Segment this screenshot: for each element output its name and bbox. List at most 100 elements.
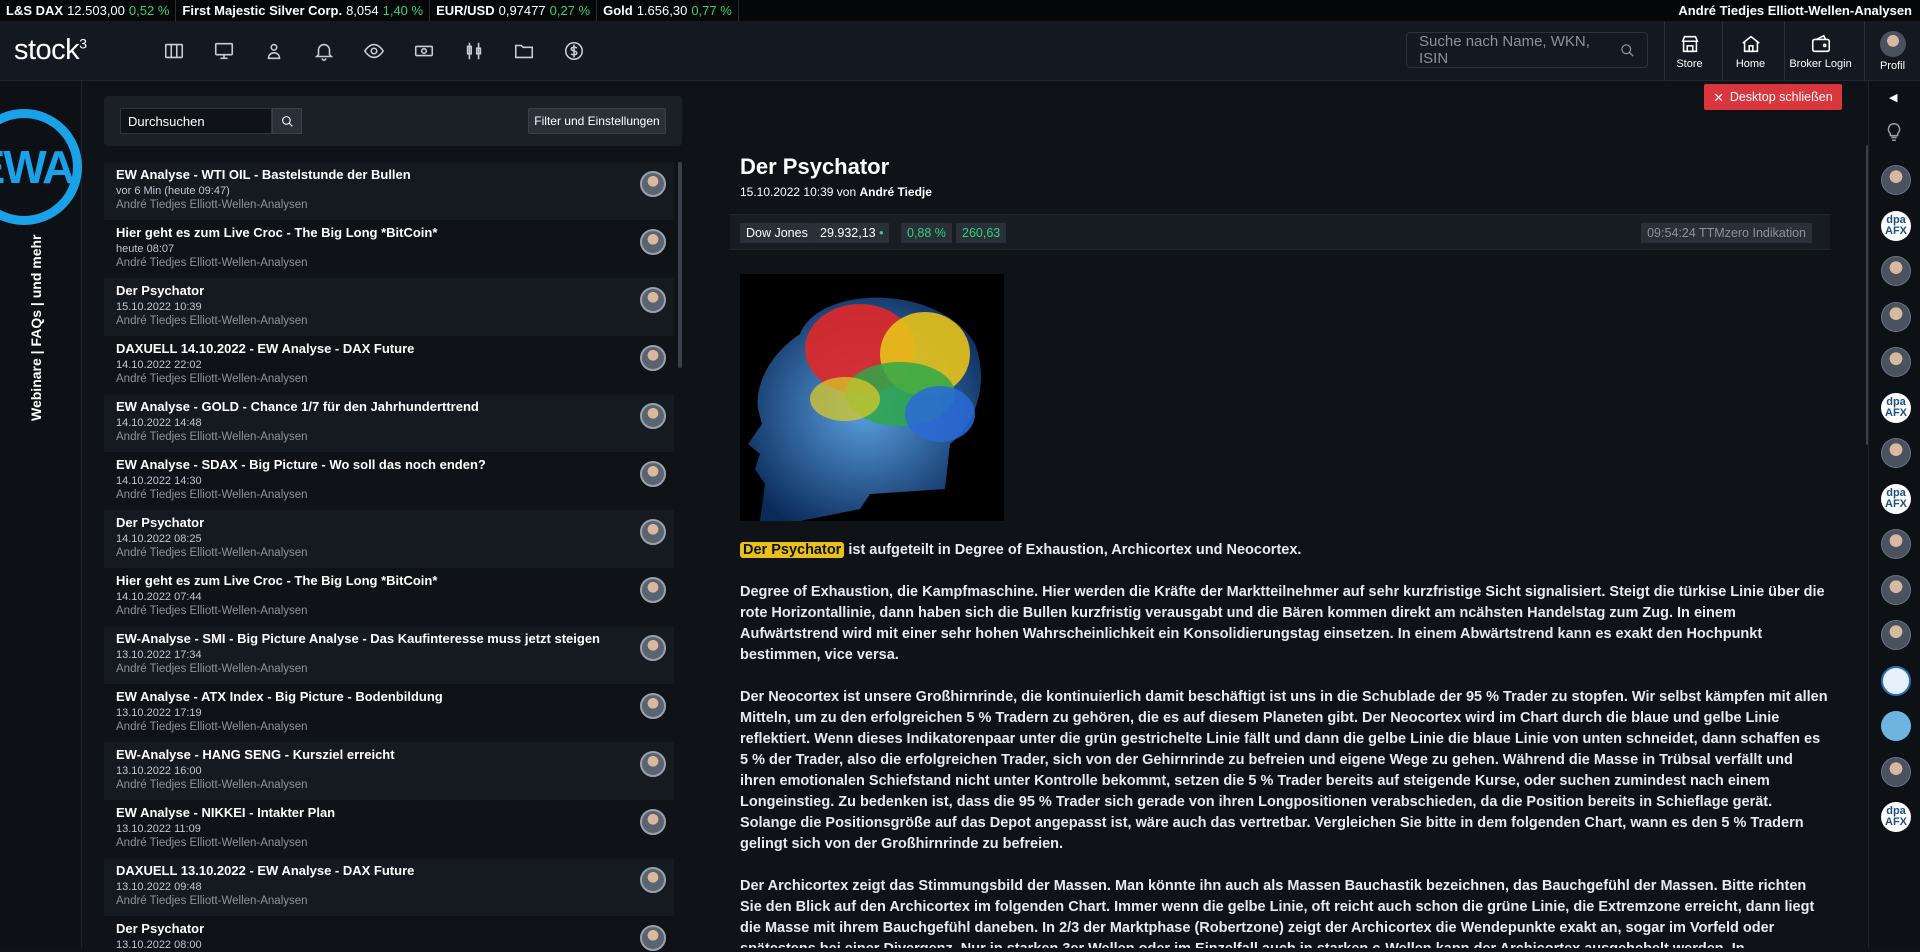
list-item[interactable]: Hier geht es zum Live Croc - The Big Lon… xyxy=(104,568,674,626)
nav-icon-group xyxy=(149,21,599,81)
home-label: Home xyxy=(1735,57,1766,70)
list-item[interactable]: EW Analyse - NIKKEI - Intakter Plan 13.10… xyxy=(104,800,674,858)
list-search-button[interactable] xyxy=(272,108,302,134)
layout-icon[interactable] xyxy=(149,21,199,81)
item-author: André Tiedjes Elliott-Wellen-Analysen xyxy=(116,605,308,617)
quote-name[interactable]: Dow Jones xyxy=(740,223,814,243)
eye-icon[interactable] xyxy=(349,21,399,81)
stock3-logo[interactable]: stock3 xyxy=(14,34,134,67)
list-item[interactable]: EW Analyse - GOLD - Chance 1/7 für den J… xyxy=(104,394,674,452)
store-icon xyxy=(1681,35,1698,52)
dpa-afx-avatar[interactable]: dpa AFX xyxy=(1881,483,1911,514)
author-avatar xyxy=(640,287,666,313)
list-item[interactable]: EW Analyse - ATX Index - Big Picture - B… xyxy=(104,684,674,742)
webinare-link[interactable]: Webinare | FAQs | und mehr xyxy=(28,235,44,422)
author-avatar[interactable] xyxy=(1881,438,1911,468)
filter-bar: Durchsuchen Filter und Einstellungen xyxy=(104,96,682,146)
author-avatar[interactable] xyxy=(1881,165,1911,195)
item-date: 13.10.2022 17:19 xyxy=(116,707,202,719)
list-scrollbar[interactable] xyxy=(678,162,682,368)
user-shield-icon[interactable] xyxy=(249,21,299,81)
author-avatar xyxy=(640,693,666,719)
ticker-item-eurusd[interactable]: EUR/USD 0,97477 0,27 % xyxy=(430,0,598,21)
psychator-highlight[interactable]: Der Psychator xyxy=(740,542,845,558)
brain-image xyxy=(740,274,1004,521)
ticker-change: 0,52 % xyxy=(128,3,170,18)
paragraph-exhaustion: Degree of Exhaustion, die Kampfmaschine.… xyxy=(740,584,1825,663)
list-item[interactable]: EW-Analyse - SMI - Big Picture Analyse -… xyxy=(104,626,674,684)
ewa-logo[interactable]: EWA xyxy=(0,109,82,225)
item-title: EW Analyse - ATX Index - Big Picture - B… xyxy=(116,689,443,704)
bell-icon[interactable] xyxy=(299,21,349,81)
dollar-icon[interactable] xyxy=(549,21,599,81)
author-avatar[interactable] xyxy=(1881,529,1911,559)
broker-label: Broker Login xyxy=(1789,57,1852,70)
author-avatar xyxy=(640,229,666,255)
item-author: André Tiedjes Elliott-Wellen-Analysen xyxy=(116,895,308,907)
author-avatar xyxy=(640,751,666,777)
author-avatar[interactable] xyxy=(1881,711,1911,741)
up-dot-icon: • xyxy=(879,226,884,240)
item-author: André Tiedjes Elliott-Wellen-Analysen xyxy=(116,547,308,559)
bank-avatar[interactable] xyxy=(1881,665,1911,696)
home-icon xyxy=(1741,35,1760,52)
author-avatar xyxy=(640,925,666,951)
broker-login-button[interactable]: Broker Login xyxy=(1784,21,1856,81)
item-title: DAXUELL 13.10.2022 - EW Analyse - DAX Fu… xyxy=(116,863,415,878)
article-author[interactable]: André Tiedje xyxy=(859,185,931,199)
search-icon xyxy=(1621,43,1634,57)
list-item[interactable]: EW Analyse - SDAX - Big Picture - Wo sol… xyxy=(104,452,674,510)
dpa-afx-avatar[interactable]: dpa AFX xyxy=(1881,210,1911,241)
lightbulb-icon[interactable] xyxy=(1883,121,1905,143)
author-avatar[interactable] xyxy=(1881,256,1911,286)
list-item[interactable]: EW Analyse - WTI OIL - Bastelstunde der … xyxy=(104,162,674,220)
monitor-icon[interactable] xyxy=(199,21,249,81)
list-search-input[interactable]: Durchsuchen xyxy=(120,108,272,134)
author-avatar[interactable] xyxy=(1881,574,1911,605)
ticker-author: André Tiedjes Elliott-Wellen-Analysen xyxy=(1678,3,1912,18)
item-author: André Tiedjes Elliott-Wellen-Analysen xyxy=(116,431,308,443)
author-avatar xyxy=(640,403,666,429)
ticker-item-dax[interactable]: L&S DAX 12.503,00 0,52 % xyxy=(0,0,177,21)
author-avatar[interactable] xyxy=(1881,347,1911,377)
quote-bar: Dow Jones 29.932,13 • 0,88 % 260,63 09:5… xyxy=(730,214,1830,250)
list-item[interactable]: Der Psychator 14.10.2022 08:25 André Tiedj… xyxy=(104,510,674,568)
author-avatar xyxy=(640,635,666,661)
ticker-item-gold[interactable]: Gold 1.656,30 0,77 % xyxy=(597,0,739,21)
item-date: 13.10.2022 17:34 xyxy=(116,649,202,661)
item-author: André Tiedjes Elliott-Wellen-Analysen xyxy=(116,373,308,385)
top-navigation: stock3 Suche nach Name, WKN, ISIN Store … xyxy=(0,21,1920,81)
candlestick-icon[interactable] xyxy=(449,21,499,81)
quote-value: 29.932,13 • xyxy=(814,223,890,243)
item-date: 13.10.2022 08:00 xyxy=(116,939,202,951)
dpa-afx-avatar[interactable]: dpa AFX xyxy=(1881,802,1911,832)
store-button[interactable]: Store xyxy=(1664,21,1714,81)
item-title: EW Analyse - NIKKEI - Intakter Plan xyxy=(116,805,336,820)
author-avatar[interactable] xyxy=(1881,756,1911,787)
list-item[interactable]: DAXUELL 14.10.2022 - EW Analyse - DAX Fu… xyxy=(104,336,674,394)
ticker-change: 0,27 % xyxy=(549,3,591,18)
ticker-item-silver[interactable]: First Majestic Silver Corp. 8,054 1,40 % xyxy=(176,0,431,21)
item-author: André Tiedjes Elliott-Wellen-Analysen xyxy=(116,663,308,675)
author-avatar[interactable] xyxy=(1881,620,1911,650)
quote-pct: 0,88 % xyxy=(901,223,952,243)
dpa-afx-avatar[interactable]: dpa AFX xyxy=(1881,392,1911,423)
home-button[interactable]: Home xyxy=(1722,21,1778,81)
list-item[interactable]: Hier geht es zum Live Croc - The Big Lon… xyxy=(104,220,674,278)
article-by: von xyxy=(836,185,857,199)
folder-icon[interactable] xyxy=(499,21,549,81)
list-item[interactable]: Der Psychator 15.10.2022 10:39 André Tiedj… xyxy=(104,278,674,336)
list-item[interactable]: Der Psychator 13.10.2022 08:00 xyxy=(104,916,674,952)
profile-button[interactable]: Profil xyxy=(1864,21,1920,81)
collapse-arrow-icon[interactable]: ◀ xyxy=(1889,91,1897,104)
ticker-value: 0,97477 xyxy=(498,3,546,18)
author-avatar xyxy=(640,461,666,487)
global-search-input[interactable]: Suche nach Name, WKN, ISIN xyxy=(1406,32,1648,68)
filter-settings-button[interactable]: Filter und Einstellungen xyxy=(528,108,666,134)
item-author: André Tiedjes Elliott-Wellen-Analysen xyxy=(116,489,308,501)
list-item[interactable]: DAXUELL 13.10.2022 - EW Analyse - DAX Fu… xyxy=(104,858,674,916)
author-avatar[interactable] xyxy=(1881,301,1911,332)
money-icon[interactable] xyxy=(399,21,449,81)
list-item[interactable]: EW-Analyse - HANG SENG - Kursziel erreic… xyxy=(104,742,674,800)
author-avatar xyxy=(640,171,666,197)
